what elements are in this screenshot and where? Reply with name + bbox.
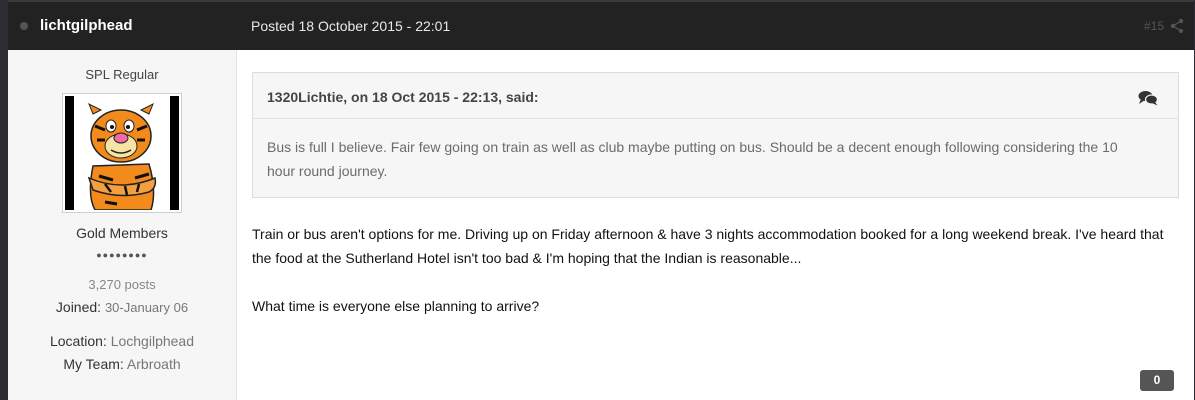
quote-block: 1320Lichtie, on 18 Oct 2015 - 22:13, sai… xyxy=(252,72,1179,198)
joined-info: Joined: 30-January 06 xyxy=(8,299,236,315)
location-value: Lochgilphead xyxy=(110,333,194,349)
author-name-link[interactable]: lichtgilphead xyxy=(40,17,133,34)
online-status-icon xyxy=(20,22,28,30)
author-sidebar: SPL Regular Gold Members ●●●●●●●● 3,270 … xyxy=(8,50,237,400)
member-group: Gold Members xyxy=(76,225,168,241)
quote-body: Bus is full I believe. Fair few going on… xyxy=(267,139,1118,179)
post-paragraph: Train or bus aren't options for me. Driv… xyxy=(252,226,1164,266)
location-info: Location: Lochgilphead xyxy=(8,333,236,349)
share-icon[interactable] xyxy=(1170,18,1184,34)
quote-citation: 1320Lichtie, on 18 Oct 2015 - 22:13, sai… xyxy=(267,89,539,105)
team-info: My Team: Arbroath xyxy=(8,356,236,372)
tigger-avatar xyxy=(65,96,179,211)
member-title: SPL Regular xyxy=(85,67,159,82)
post-paragraph: What time is everyone else planning to a… xyxy=(252,298,540,314)
post-header: lichtgilphead Posted 18 October 2015 - 2… xyxy=(8,0,1194,50)
location-label: Location: xyxy=(49,333,107,349)
quote-header: 1320Lichtie, on 18 Oct 2015 - 22:13, sai… xyxy=(253,73,1178,119)
joined-date: 30-January 06 xyxy=(104,300,189,315)
team-value: Arbroath xyxy=(126,356,181,372)
post-number-link[interactable]: #15 xyxy=(1144,19,1164,33)
team-label: My Team: xyxy=(63,356,124,372)
quote-bubbles-icon[interactable] xyxy=(1138,90,1158,106)
post-content: Train or bus aren't options for me. Driv… xyxy=(252,222,1182,342)
avatar[interactable] xyxy=(62,93,182,213)
reputation-badge[interactable]: 0 xyxy=(1140,370,1174,391)
rank-pips: ●●●●●●●● xyxy=(96,250,148,260)
forum-post: lichtgilphead Posted 18 October 2015 - 2… xyxy=(8,0,1194,400)
post-date: Posted 18 October 2015 - 22:01 xyxy=(251,18,451,34)
post-count: 3,270 posts xyxy=(88,277,156,292)
joined-label: Joined: xyxy=(55,299,102,315)
